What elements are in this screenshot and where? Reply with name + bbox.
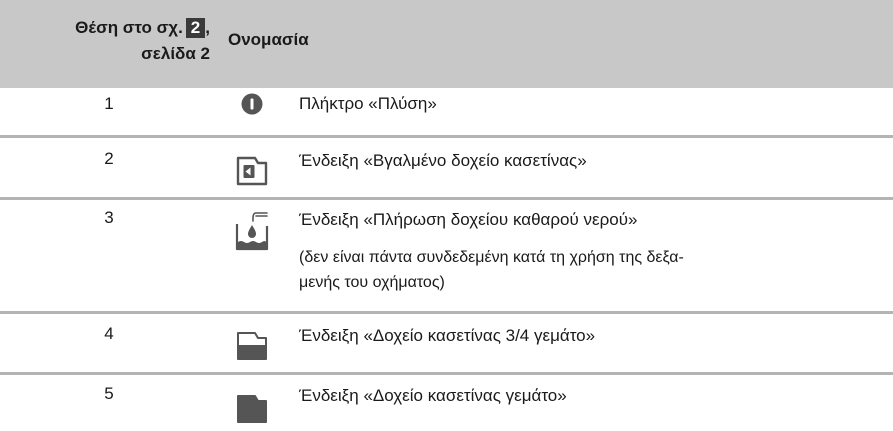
figure-reference-badge: 2 xyxy=(185,18,206,38)
fill-fresh-water-icon xyxy=(235,211,269,251)
row-3-icon-cell xyxy=(218,211,285,251)
name-column-header: Ονομασία xyxy=(228,30,309,49)
row-1-icon-cell xyxy=(218,93,285,115)
row-1-label: Πλήκτρο «Πλύση» xyxy=(299,94,437,113)
position-header-line1: Θέση στο σχ. 2, xyxy=(75,18,210,38)
row-4-position: 4 xyxy=(104,324,114,343)
wash-button-icon xyxy=(241,93,263,115)
row-1-position: 1 xyxy=(104,94,114,113)
tank-full-icon xyxy=(235,393,269,425)
row-5-position: 5 xyxy=(104,384,114,403)
row-separator xyxy=(0,135,893,138)
row-3-note-line1: (δεν είναι πάντα συνδεδεμένη κατά τη χρή… xyxy=(299,249,684,266)
row-4-icon-cell xyxy=(218,330,285,362)
row-separator xyxy=(0,197,893,200)
row-separator xyxy=(0,311,893,314)
row-3-note: (δεν είναι πάντα συνδεδεμένη κατά τη χρή… xyxy=(299,245,884,295)
row-3-note-line2: μενής του οχήματος) xyxy=(299,274,445,291)
row-3-label: Ένδειξη «Πλήρωση δοχείου καθαρού νερού» xyxy=(299,210,638,229)
row-separator xyxy=(0,372,893,375)
position-column-header: Θέση στο σχ. 2, σελίδα 2 xyxy=(0,15,210,67)
row-2-label: Ένδειξη «Βγαλμένο δοχείο κασετίνας» xyxy=(299,151,587,170)
row-3-position: 3 xyxy=(104,208,114,227)
tank-three-quarter-full-icon xyxy=(235,330,269,362)
row-4-label: Ένδειξη «Δοχείο κασετίνας 3/4 γεμάτο» xyxy=(299,326,596,345)
table-header: Θέση στο σχ. 2, σελίδα 2 Ονομασία xyxy=(0,0,893,88)
row-2-position: 2 xyxy=(104,149,114,168)
tray-removed-icon xyxy=(235,155,269,187)
row-5-label: Ένδειξη «Δοχείο κασετίνας γεμάτο» xyxy=(299,386,567,405)
row-5-icon-cell xyxy=(218,393,285,425)
position-header-line2: σελίδα 2 xyxy=(141,44,210,63)
legend-table: Θέση στο σχ. 2, σελίδα 2 Ονομασία 1 Πλήκτ… xyxy=(0,0,893,431)
row-2-icon-cell xyxy=(218,155,285,187)
